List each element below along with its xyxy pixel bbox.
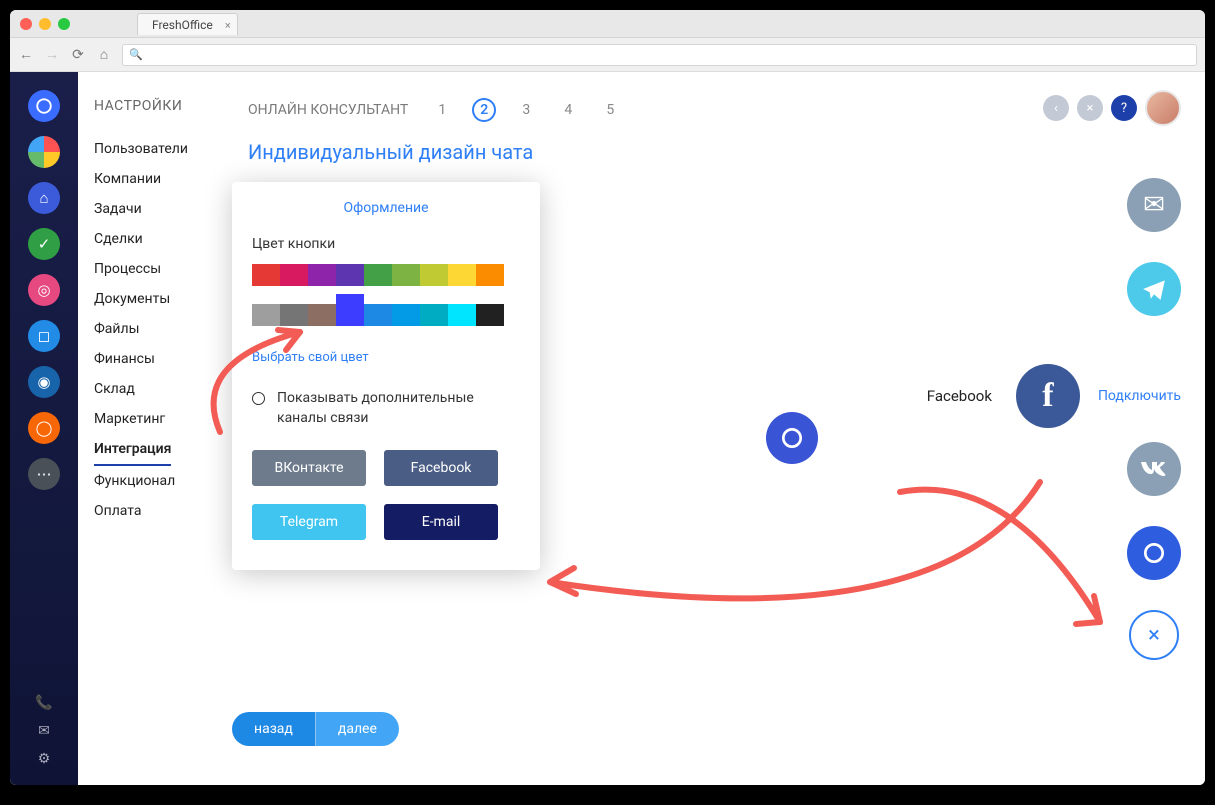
checkbox-icon xyxy=(252,392,265,405)
color-section-label: Цвет кнопки xyxy=(252,236,520,252)
color-swatch[interactable] xyxy=(448,264,476,286)
sidebar-item-6[interactable]: Файлы xyxy=(94,314,230,344)
channel-vk-button[interactable]: ВКонтакте xyxy=(252,450,366,486)
sidebar-item-3[interactable]: Сделки xyxy=(94,224,230,254)
nav-back-icon[interactable]: ‹ xyxy=(1043,95,1069,121)
chat-bubble-preview xyxy=(766,412,818,464)
sidebar-item-8[interactable]: Склад xyxy=(94,374,230,404)
color-row-1 xyxy=(252,264,520,286)
checkbox-label: Показывать дополнительные каналы связи xyxy=(277,389,520,428)
sidebar-item-1[interactable]: Компании xyxy=(94,164,230,194)
color-swatch[interactable] xyxy=(308,304,336,326)
sidebar-item-7[interactable]: Финансы xyxy=(94,344,230,374)
sidebar-item-2[interactable]: Задачи xyxy=(94,194,230,224)
step-3[interactable]: 3 xyxy=(514,98,538,122)
sidebar-item-5[interactable]: Документы xyxy=(94,284,230,314)
custom-color-link[interactable]: Выбрать свой цвет xyxy=(252,350,369,365)
step-5[interactable]: 5 xyxy=(598,98,622,122)
channel-vk-icon[interactable] xyxy=(1127,442,1181,496)
browser-nav-bar: ← → ⟳ ⌂ 🔍 xyxy=(10,38,1205,72)
color-swatch[interactable] xyxy=(308,264,336,286)
forward-icon[interactable]: → xyxy=(44,47,60,63)
color-swatch[interactable] xyxy=(252,304,280,326)
mail-icon[interactable]: ✉ xyxy=(36,723,52,739)
annotation-arrow-3 xyxy=(890,462,1130,662)
traffic-light-minimize[interactable] xyxy=(39,18,51,30)
annotation-arrow-2 xyxy=(520,472,1060,672)
channel-facebook-button[interactable]: Facebook xyxy=(384,450,498,486)
traffic-light-zoom[interactable] xyxy=(58,18,70,30)
step-2[interactable]: 2 xyxy=(472,98,496,122)
channel-facebook-icon[interactable]: f xyxy=(1016,364,1080,428)
channel-chat-icon[interactable] xyxy=(1127,526,1181,580)
channel-telegram-icon[interactable] xyxy=(1127,262,1181,316)
channel-close-icon[interactable]: × xyxy=(1129,610,1179,660)
sidebar-item-9[interactable]: Маркетинг xyxy=(94,404,230,434)
rail-more-icon[interactable]: ⋯ xyxy=(28,458,60,490)
channel-mail-icon[interactable]: ✉ xyxy=(1127,178,1181,232)
color-swatch[interactable] xyxy=(336,264,364,286)
rail-check-icon[interactable]: ✓ xyxy=(28,228,60,260)
color-row-2 xyxy=(252,294,520,326)
rail-chat-icon[interactable] xyxy=(28,90,60,122)
back-icon[interactable]: ← xyxy=(18,47,34,63)
browser-tab[interactable]: FreshOffice × xyxy=(137,13,238,35)
reload-icon[interactable]: ⟳ xyxy=(70,47,86,63)
sidebar-item-11[interactable]: Функционал xyxy=(94,466,230,496)
color-swatch[interactable] xyxy=(392,304,420,326)
help-icon[interactable]: ? xyxy=(1111,95,1137,121)
rail-donut-icon[interactable] xyxy=(28,136,60,168)
phone-icon[interactable]: 📞 xyxy=(36,695,52,711)
color-swatch[interactable] xyxy=(476,264,504,286)
tab-title: FreshOffice xyxy=(152,18,213,32)
avatar[interactable] xyxy=(1145,90,1181,126)
traffic-light-close[interactable] xyxy=(20,18,32,30)
color-swatch[interactable] xyxy=(448,304,476,326)
rail-ring-icon[interactable]: ◯ xyxy=(28,412,60,444)
sidebar-item-4[interactable]: Процессы xyxy=(94,254,230,284)
address-bar[interactable]: 🔍 xyxy=(122,44,1197,66)
color-swatch[interactable] xyxy=(280,264,308,286)
color-swatch[interactable] xyxy=(392,264,420,286)
rail-target-icon[interactable]: ◎ xyxy=(28,274,60,306)
search-icon: 🔍 xyxy=(129,48,143,61)
channel-email-button[interactable]: E-mail xyxy=(384,504,498,540)
color-swatch[interactable] xyxy=(364,304,392,326)
next-button[interactable]: далее xyxy=(316,712,399,746)
color-swatch[interactable] xyxy=(476,304,504,326)
rail-select-icon[interactable]: ◻ xyxy=(28,320,60,352)
sidebar-item-0[interactable]: Пользователи xyxy=(94,134,230,164)
color-swatch[interactable] xyxy=(420,304,448,326)
page-title: Индивидуальный дизайн чата xyxy=(248,140,1205,164)
show-channels-checkbox[interactable]: Показывать дополнительные каналы связи xyxy=(252,389,520,428)
connect-link[interactable]: Подключить xyxy=(1098,388,1181,404)
nav-close-icon[interactable]: × xyxy=(1077,95,1103,121)
sidebar-title: НАСТРОЙКИ xyxy=(94,98,230,114)
channel-telegram-button[interactable]: Telegram xyxy=(252,504,366,540)
step-1[interactable]: 1 xyxy=(430,98,454,122)
popover-tab[interactable]: Оформление xyxy=(252,200,520,216)
breadcrumb-label: ОНЛАЙН КОНСУЛЬТАНТ xyxy=(248,102,408,118)
close-icon[interactable]: × xyxy=(225,19,231,32)
rail-home-icon[interactable]: ⌂ xyxy=(28,182,60,214)
color-swatch[interactable] xyxy=(420,264,448,286)
color-swatch[interactable] xyxy=(364,264,392,286)
window-title-bar: FreshOffice × xyxy=(10,10,1205,38)
rail-fish-icon[interactable]: ◉ xyxy=(28,366,60,398)
back-button[interactable]: назад xyxy=(232,712,316,746)
design-popover: Оформление Цвет кнопки Выбрать свой цвет… xyxy=(232,182,540,570)
color-swatch[interactable] xyxy=(336,294,364,326)
main-panel: ОНЛАЙН КОНСУЛЬТАНТ 12345 Индивидуальный … xyxy=(230,72,1205,785)
color-swatch[interactable] xyxy=(280,304,308,326)
app-rail: ⌂ ✓ ◎ ◻ ◉ ◯ ⋯ 📞 ✉ ⚙ xyxy=(10,72,78,785)
gear-icon[interactable]: ⚙ xyxy=(36,751,52,767)
color-swatch[interactable] xyxy=(252,264,280,286)
facebook-label: Facebook xyxy=(927,387,992,405)
sidebar-item-10[interactable]: Интеграция xyxy=(94,434,171,466)
settings-sidebar: НАСТРОЙКИ ПользователиКомпанииЗадачиСдел… xyxy=(78,72,230,785)
step-4[interactable]: 4 xyxy=(556,98,580,122)
home-icon[interactable]: ⌂ xyxy=(96,47,112,63)
sidebar-item-12[interactable]: Оплата xyxy=(94,496,230,526)
